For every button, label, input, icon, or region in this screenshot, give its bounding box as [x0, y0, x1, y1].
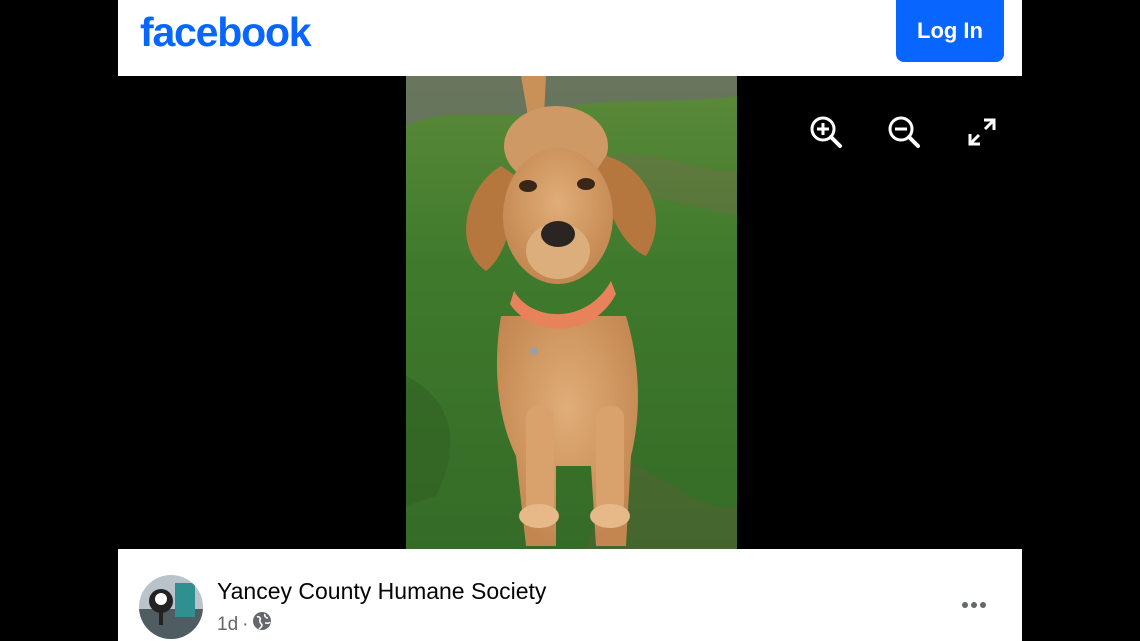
post-meta: 1d · — [217, 611, 272, 638]
more-options-icon — [962, 602, 986, 608]
facebook-logo[interactable]: facebook — [140, 6, 312, 58]
dog-photo — [406, 76, 737, 549]
post-header: Yancey County Humane Society 1d · — [118, 549, 1022, 641]
zoom-in-button[interactable] — [806, 112, 846, 152]
top-bar: facebook Log In — [118, 0, 1022, 76]
post-time[interactable]: 1d — [217, 613, 238, 637]
fullscreen-icon — [968, 118, 996, 146]
zoom-out-icon — [888, 116, 920, 148]
login-button[interactable]: Log In — [896, 0, 1004, 62]
photo-viewer — [118, 76, 1022, 549]
zoom-in-icon — [810, 116, 842, 148]
zoom-out-button[interactable] — [884, 112, 924, 152]
globe-icon — [252, 611, 272, 638]
page-avatar[interactable] — [139, 575, 203, 639]
page-name-link[interactable]: Yancey County Humane Society — [217, 577, 546, 605]
more-options-button[interactable] — [958, 593, 990, 617]
facebook-photo-view: facebook Log In Yancey County Humane Soc… — [0, 0, 1140, 641]
fullscreen-button[interactable] — [962, 112, 1002, 152]
meta-separator: · — [242, 613, 249, 635]
